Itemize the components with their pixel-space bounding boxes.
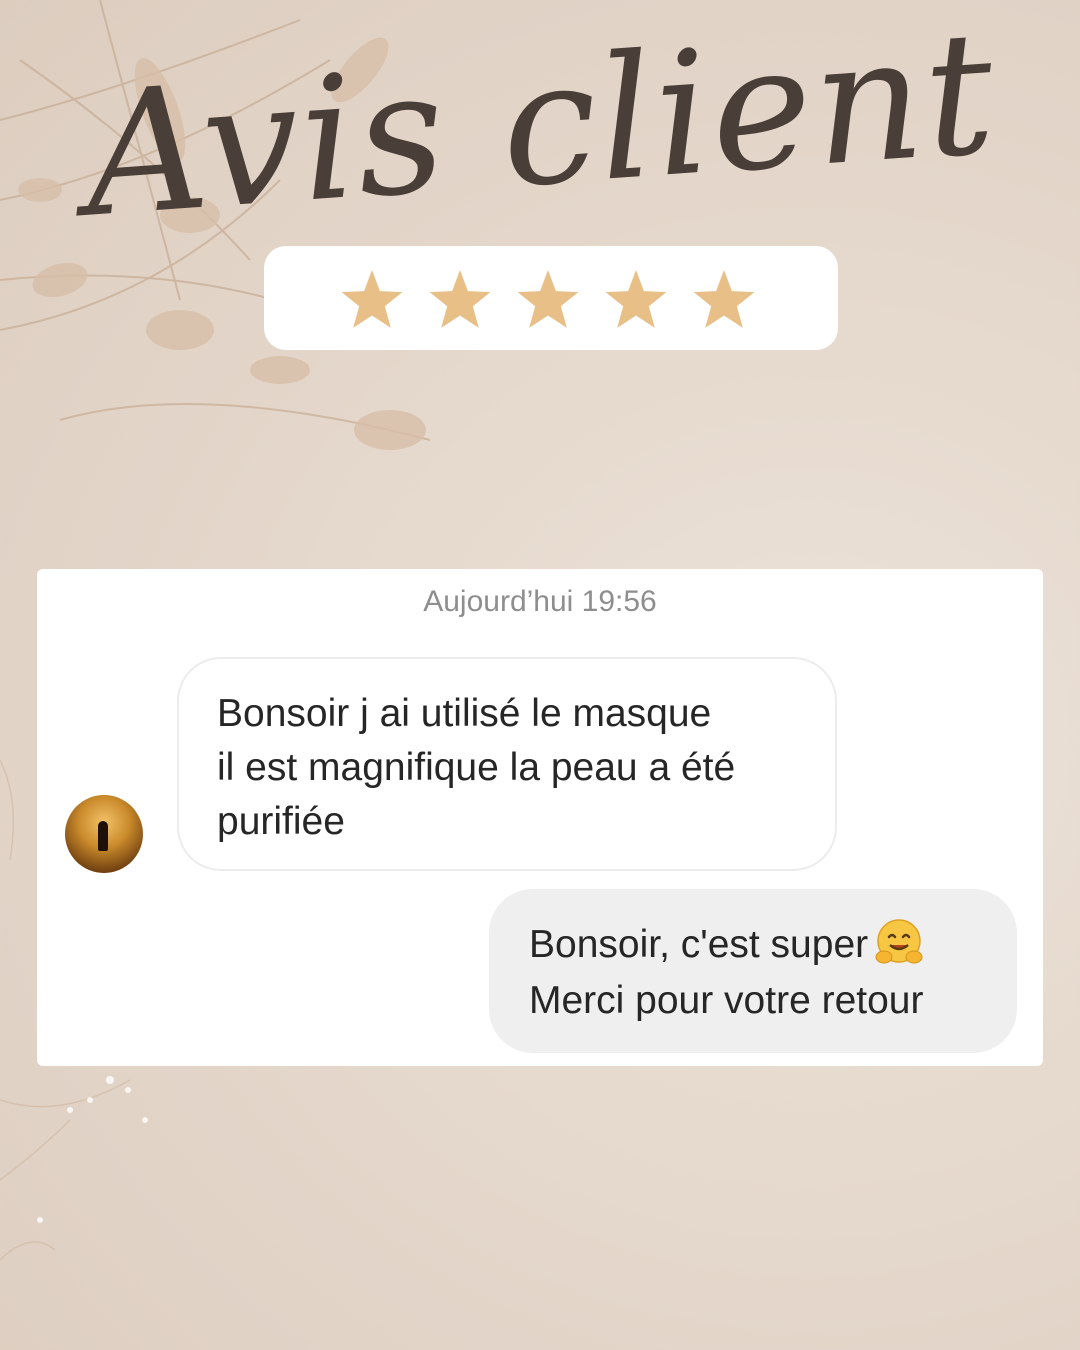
chat-timestamp: Aujourd’hui 19:56	[423, 585, 657, 618]
hugging-face-icon	[875, 919, 923, 964]
incoming-message-text: Bonsoir j ai utilisé le masque il est ma…	[217, 692, 736, 843]
star-rating	[341, 270, 755, 328]
page-title: Avis client	[78, 0, 1002, 256]
star-icon	[605, 270, 667, 328]
star-icon	[429, 270, 491, 328]
incoming-message-bubble: Bonsoir j ai utilisé le masque il est ma…	[177, 657, 837, 871]
star-icon	[517, 270, 579, 328]
avatar	[65, 795, 143, 873]
outgoing-message-bubble: Bonsoir, c'est super Merci pour votre re…	[489, 889, 1017, 1053]
chat-screenshot: Aujourd’hui 19:56 Bonsoir j ai utilisé l…	[37, 569, 1043, 1066]
avatar-figure	[98, 821, 108, 851]
outgoing-line-2: Merci pour votre retour	[529, 979, 924, 1022]
star-icon	[341, 270, 403, 328]
outgoing-line-1-text: Bonsoir, c'est super	[529, 923, 869, 966]
star-icon	[693, 270, 755, 328]
outgoing-message-text: Bonsoir, c'est super Merci pour votre re…	[529, 917, 1009, 1029]
outgoing-line-1: Bonsoir, c'est super	[529, 917, 1009, 973]
